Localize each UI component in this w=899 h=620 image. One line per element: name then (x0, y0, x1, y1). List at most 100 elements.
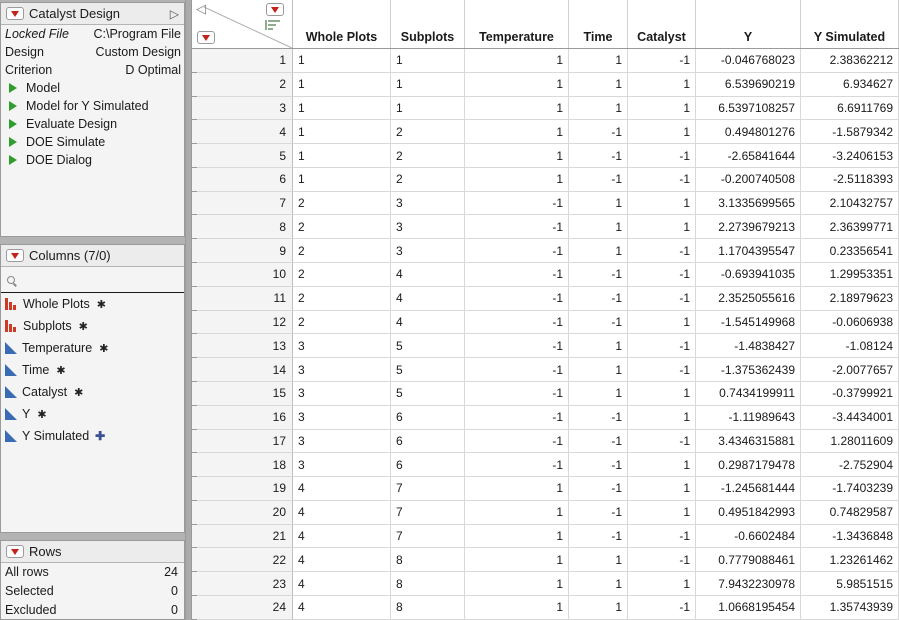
cell-y[interactable]: -1.545149968 (696, 311, 801, 335)
row-number[interactable]: 12 (192, 311, 293, 335)
cell-temperature[interactable]: -1 (465, 453, 569, 477)
cell-y-simulated[interactable]: -1.7403239 (801, 477, 899, 501)
cell-time[interactable]: -1 (569, 287, 628, 311)
cell-whole-plots[interactable]: 3 (293, 382, 391, 406)
cell-temperature[interactable]: 1 (465, 97, 569, 121)
cell-subplots[interactable]: 7 (391, 501, 465, 525)
cell-catalyst[interactable]: 1 (628, 73, 696, 97)
cell-y-simulated[interactable]: 5.9851515 (801, 572, 899, 596)
cell-time[interactable]: 1 (569, 192, 628, 216)
cell-catalyst[interactable]: 1 (628, 382, 696, 406)
cell-temperature[interactable]: -1 (465, 358, 569, 382)
cell-whole-plots[interactable]: 2 (293, 192, 391, 216)
cell-whole-plots[interactable]: 4 (293, 477, 391, 501)
cell-y[interactable]: 0.7779088461 (696, 548, 801, 572)
row-number[interactable]: 8 (192, 215, 293, 239)
cell-subplots[interactable]: 3 (391, 192, 465, 216)
cell-time[interactable]: -1 (569, 406, 628, 430)
cell-time[interactable]: -1 (569, 311, 628, 335)
cell-temperature[interactable]: -1 (465, 406, 569, 430)
cell-y-simulated[interactable]: 2.18979623 (801, 287, 899, 311)
cell-catalyst[interactable]: -1 (628, 430, 696, 454)
cell-y-simulated[interactable]: 2.10432757 (801, 192, 899, 216)
cell-y[interactable]: 3.1335699565 (696, 192, 801, 216)
row-number[interactable]: 23 (192, 572, 293, 596)
cell-time[interactable]: -1 (569, 168, 628, 192)
row-number[interactable]: 16 (192, 406, 293, 430)
cell-catalyst[interactable]: -1 (628, 49, 696, 73)
cell-y[interactable]: 2.2739679213 (696, 215, 801, 239)
cell-y-simulated[interactable]: 6.934627 (801, 73, 899, 97)
cell-temperature[interactable]: 1 (465, 144, 569, 168)
cell-y-simulated[interactable]: -0.0606938 (801, 311, 899, 335)
column-header-time[interactable]: Time (569, 0, 628, 48)
cell-subplots[interactable]: 2 (391, 120, 465, 144)
cell-y[interactable]: 0.494801276 (696, 120, 801, 144)
cell-subplots[interactable]: 5 (391, 334, 465, 358)
row-number[interactable]: 22 (192, 548, 293, 572)
cell-time[interactable]: 1 (569, 358, 628, 382)
column-item-time[interactable]: Time✱ (1, 359, 184, 381)
cell-time[interactable]: 1 (569, 215, 628, 239)
cell-y[interactable]: -0.693941035 (696, 263, 801, 287)
row-number[interactable]: 1 (192, 49, 293, 73)
row-number[interactable]: 14 (192, 358, 293, 382)
cell-whole-plots[interactable]: 4 (293, 548, 391, 572)
cell-y[interactable]: 0.4951842993 (696, 501, 801, 525)
cell-y[interactable]: -1.245681444 (696, 477, 801, 501)
cell-y[interactable]: 6.5397108257 (696, 97, 801, 121)
cell-catalyst[interactable]: 1 (628, 97, 696, 121)
row-number[interactable]: 9 (192, 239, 293, 263)
cell-y-simulated[interactable]: -1.08124 (801, 334, 899, 358)
cell-temperature[interactable]: -1 (465, 215, 569, 239)
cell-temperature[interactable]: -1 (465, 239, 569, 263)
cell-time[interactable]: 1 (569, 382, 628, 406)
cell-y-simulated[interactable]: -2.5118393 (801, 168, 899, 192)
column-header-catalyst[interactable]: Catalyst (628, 0, 696, 48)
cell-whole-plots[interactable]: 2 (293, 263, 391, 287)
cell-time[interactable]: 1 (569, 239, 628, 263)
cell-temperature[interactable]: 1 (465, 572, 569, 596)
row-number[interactable]: 7 (192, 192, 293, 216)
cell-whole-plots[interactable]: 3 (293, 430, 391, 454)
disclosure-arrow-icon[interactable] (9, 101, 17, 111)
cell-y[interactable]: -2.65841644 (696, 144, 801, 168)
outline-item-model[interactable]: Model (1, 79, 184, 97)
cell-y-simulated[interactable]: 2.36399771 (801, 215, 899, 239)
row-number[interactable]: 3 (192, 97, 293, 121)
cell-time[interactable]: 1 (569, 596, 628, 620)
cell-temperature[interactable]: -1 (465, 311, 569, 335)
cell-whole-plots[interactable]: 2 (293, 239, 391, 263)
cell-temperature[interactable]: -1 (465, 287, 569, 311)
outline-item-doe-simulate[interactable]: DOE Simulate (1, 133, 184, 151)
cell-temperature[interactable]: -1 (465, 263, 569, 287)
row-number[interactable]: 4 (192, 120, 293, 144)
cell-whole-plots[interactable]: 1 (293, 97, 391, 121)
cell-y-simulated[interactable]: 1.28011609 (801, 430, 899, 454)
column-item-temperature[interactable]: Temperature✱ (1, 337, 184, 359)
cell-y-simulated[interactable]: -2.752904 (801, 453, 899, 477)
row-number[interactable]: 19 (192, 477, 293, 501)
cell-catalyst[interactable]: 1 (628, 572, 696, 596)
column-item-catalyst[interactable]: Catalyst✱ (1, 381, 184, 403)
row-number[interactable]: 6 (192, 168, 293, 192)
disclosure-arrow-icon[interactable] (9, 137, 17, 147)
cell-y-simulated[interactable]: -3.4434001 (801, 406, 899, 430)
cell-catalyst[interactable]: 1 (628, 406, 696, 430)
row-number[interactable]: 2 (192, 73, 293, 97)
cell-y[interactable]: 0.2987179478 (696, 453, 801, 477)
row-number[interactable]: 20 (192, 501, 293, 525)
column-header-y-simulated[interactable]: Y Simulated (801, 0, 899, 48)
row-number[interactable]: 11 (192, 287, 293, 311)
column-header-y[interactable]: Y (696, 0, 801, 48)
cell-whole-plots[interactable]: 1 (293, 144, 391, 168)
cell-subplots[interactable]: 6 (391, 430, 465, 454)
cell-temperature[interactable]: 1 (465, 73, 569, 97)
cell-time[interactable]: 1 (569, 548, 628, 572)
row-number[interactable]: 24 (192, 596, 293, 620)
cell-catalyst[interactable]: 1 (628, 477, 696, 501)
column-header-subplots[interactable]: Subplots (391, 0, 465, 48)
cell-temperature[interactable]: 1 (465, 168, 569, 192)
cell-catalyst[interactable]: 1 (628, 453, 696, 477)
cell-subplots[interactable]: 3 (391, 215, 465, 239)
